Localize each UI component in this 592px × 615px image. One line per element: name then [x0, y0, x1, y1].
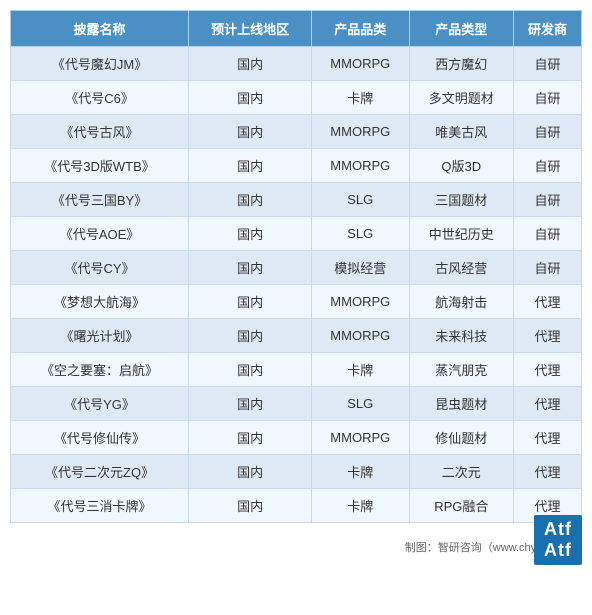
table-cell: MMORPG: [312, 421, 409, 455]
table-cell: 代理: [514, 353, 582, 387]
table-cell: SLG: [312, 387, 409, 421]
table-cell: 自研: [514, 149, 582, 183]
footer-text: 制图：智研咨询（www.chyxx.com）: [10, 539, 582, 555]
table-cell: 《代号二次元ZQ》: [11, 455, 189, 489]
table-cell: 《代号AOE》: [11, 217, 189, 251]
table-cell: 国内: [189, 115, 312, 149]
table-cell: 自研: [514, 115, 582, 149]
footer-row: 制图：智研咨询（www.chyxx.com） Atf Atf: [10, 531, 582, 555]
table-cell: 航海射击: [409, 285, 514, 319]
table-cell: 国内: [189, 387, 312, 421]
table-cell: 古风经营: [409, 251, 514, 285]
table-cell: 《代号魔幻JM》: [11, 47, 189, 81]
table-cell: MMORPG: [312, 149, 409, 183]
table-row: 《代号古风》国内MMORPG唯美古风自研: [11, 115, 582, 149]
table-row: 《代号修仙传》国内MMORPG修仙题材代理: [11, 421, 582, 455]
table-cell: 模拟经营: [312, 251, 409, 285]
table-cell: 未来科技: [409, 319, 514, 353]
table-row: 《代号魔幻JM》国内MMORPG西方魔幻自研: [11, 47, 582, 81]
table-cell: 三国题材: [409, 183, 514, 217]
table-cell: 代理: [514, 319, 582, 353]
table-cell: 卡牌: [312, 353, 409, 387]
col-header-developer: 研发商: [514, 11, 582, 47]
table-row: 《代号3D版WTB》国内MMORPGQ版3D自研: [11, 149, 582, 183]
table-cell: 国内: [189, 149, 312, 183]
col-header-name: 披露名称: [11, 11, 189, 47]
table-cell: 西方魔幻: [409, 47, 514, 81]
col-header-type: 产品类型: [409, 11, 514, 47]
table-cell: 代理: [514, 387, 582, 421]
table-cell: 唯美古风: [409, 115, 514, 149]
table-cell: 国内: [189, 319, 312, 353]
table-cell: 昆虫题材: [409, 387, 514, 421]
table-cell: 国内: [189, 47, 312, 81]
logo-line2: Atf: [544, 540, 572, 561]
table-cell: 国内: [189, 183, 312, 217]
table-row: 《代号三国BY》国内SLG三国题材自研: [11, 183, 582, 217]
table-cell: 卡牌: [312, 455, 409, 489]
table-cell: 国内: [189, 421, 312, 455]
table-cell: RPG融合: [409, 489, 514, 523]
table-row: 《代号CY》国内模拟经营古风经营自研: [11, 251, 582, 285]
table-row: 《代号YG》国内SLG昆虫题材代理: [11, 387, 582, 421]
table-cell: 自研: [514, 81, 582, 115]
table-cell: 代理: [514, 285, 582, 319]
table-cell: 国内: [189, 353, 312, 387]
table-cell: 国内: [189, 455, 312, 489]
table-row: 《代号二次元ZQ》国内卡牌二次元代理: [11, 455, 582, 489]
table-cell: 自研: [514, 47, 582, 81]
table-cell: 国内: [189, 489, 312, 523]
table-cell: 多文明题材: [409, 81, 514, 115]
col-header-region: 预计上线地区: [189, 11, 312, 47]
table-cell: 《梦想大航海》: [11, 285, 189, 319]
table-cell: MMORPG: [312, 319, 409, 353]
table-cell: 《代号CY》: [11, 251, 189, 285]
table-row: 《代号AOE》国内SLG中世纪历史自研: [11, 217, 582, 251]
table-row: 《代号C6》国内卡牌多文明题材自研: [11, 81, 582, 115]
table-row: 《曙光计划》国内MMORPG未来科技代理: [11, 319, 582, 353]
table-cell: 卡牌: [312, 81, 409, 115]
table-cell: 《代号三国BY》: [11, 183, 189, 217]
table-row: 《梦想大航海》国内MMORPG航海射击代理: [11, 285, 582, 319]
table-cell: MMORPG: [312, 47, 409, 81]
main-table: 披露名称 预计上线地区 产品品类 产品类型 研发商 《代号魔幻JM》国内MMOR…: [10, 10, 582, 523]
table-cell: 《曙光计划》: [11, 319, 189, 353]
table-cell: 《代号古风》: [11, 115, 189, 149]
logo-line1: Atf: [544, 519, 572, 540]
table-cell: 二次元: [409, 455, 514, 489]
table-row: 《空之要塞：启航》国内卡牌蒸汽朋克代理: [11, 353, 582, 387]
table-cell: 代理: [514, 421, 582, 455]
table-cell: MMORPG: [312, 115, 409, 149]
table-cell: 国内: [189, 251, 312, 285]
col-header-category: 产品品类: [312, 11, 409, 47]
table-cell: 卡牌: [312, 489, 409, 523]
table-cell: 中世纪历史: [409, 217, 514, 251]
table-cell: 修仙题材: [409, 421, 514, 455]
table-cell: 自研: [514, 251, 582, 285]
table-cell: 自研: [514, 183, 582, 217]
table-cell: 国内: [189, 285, 312, 319]
table-row: 《代号三消卡牌》国内卡牌RPG融合代理: [11, 489, 582, 523]
table-cell: 《代号3D版WTB》: [11, 149, 189, 183]
table-cell: 国内: [189, 81, 312, 115]
table-cell: 自研: [514, 217, 582, 251]
table-cell: 《代号三消卡牌》: [11, 489, 189, 523]
table-cell: SLG: [312, 217, 409, 251]
table-cell: 《空之要塞：启航》: [11, 353, 189, 387]
table-cell: 《代号C6》: [11, 81, 189, 115]
table-cell: 《代号YG》: [11, 387, 189, 421]
table-cell: 《代号修仙传》: [11, 421, 189, 455]
table-cell: 代理: [514, 455, 582, 489]
table-cell: 国内: [189, 217, 312, 251]
table-cell: MMORPG: [312, 285, 409, 319]
table-cell: Q版3D: [409, 149, 514, 183]
table-cell: SLG: [312, 183, 409, 217]
table-cell: 蒸汽朋克: [409, 353, 514, 387]
